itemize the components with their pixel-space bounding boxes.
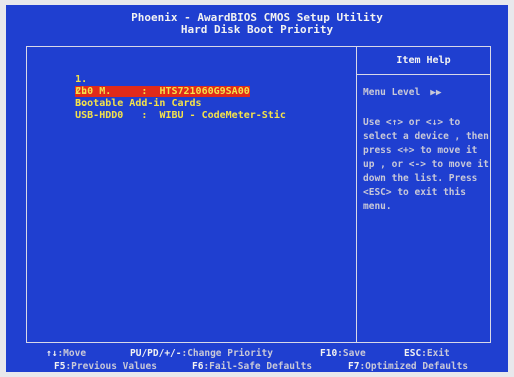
menu-level-label: Menu Level [363, 87, 421, 98]
hint-change-priority: PU/PD/+/-:Change Priority [130, 348, 273, 360]
title-block: Phoenix - AwardBIOS CMOS Setup Utility H… [6, 12, 508, 36]
item-help-title: Item Help [396, 55, 451, 66]
hint-exit: ESC:Exit [404, 348, 450, 360]
panel-divider [356, 47, 357, 342]
page-title: Hard Disk Boot Priority [180, 23, 334, 36]
menu-level: Menu Level ▶▶ [363, 87, 442, 98]
hint-key: PU/PD/+/- [130, 348, 182, 359]
hint-fail-safe-defaults: F6:Fail-Safe Defaults [192, 361, 312, 372]
hint-key: F5 [54, 361, 66, 372]
footer-keybar: ↑↓:Move PU/PD/+/-:Change Priority F10:Sa… [6, 346, 508, 372]
boot-item-number: 3. [75, 98, 88, 109]
item-help-text: Use <↑> or <↓> to select a device , then… [363, 117, 489, 212]
hint-desc: :Exit [421, 348, 450, 359]
hint-desc: :Previous Values [65, 361, 157, 372]
main-frame: 1. Ch0 M. : HTS721060G9SA00 2. Bootable … [26, 46, 491, 343]
hint-desc: :Save [337, 348, 366, 359]
boot-item-device: WIBU - CodeMeter-Stic [159, 110, 286, 121]
help-separator [357, 74, 490, 75]
hint-desc: :Fail-Safe Defaults [203, 361, 313, 372]
hint-key: F6 [192, 361, 204, 372]
boot-item-3[interactable]: 3. USB-HDD0 : WIBU - CodeMeter-Stic [39, 86, 286, 134]
hint-key: F10 [320, 348, 338, 359]
menu-level-arrows-icon: ▶▶ [430, 87, 442, 98]
hint-key: ↑↓ [46, 348, 58, 359]
hint-optimized-defaults: F7:Optimized Defaults [348, 361, 468, 372]
hint-key: ESC [404, 348, 422, 359]
hint-save: F10:Save [320, 348, 366, 360]
hint-key: F7 [348, 361, 360, 372]
hint-desc: :Move [57, 348, 87, 359]
hint-desc: :Optimized Defaults [359, 361, 469, 372]
hint-desc: :Change Priority [181, 348, 273, 359]
bios-screen: Phoenix - AwardBIOS CMOS Setup Utility H… [6, 5, 508, 372]
hint-previous-values: F5:Previous Values [54, 361, 157, 372]
hint-move: ↑↓:Move [46, 348, 86, 360]
boot-item-sep: : [141, 110, 148, 121]
boot-item-name: USB-HDD0 [75, 110, 124, 121]
